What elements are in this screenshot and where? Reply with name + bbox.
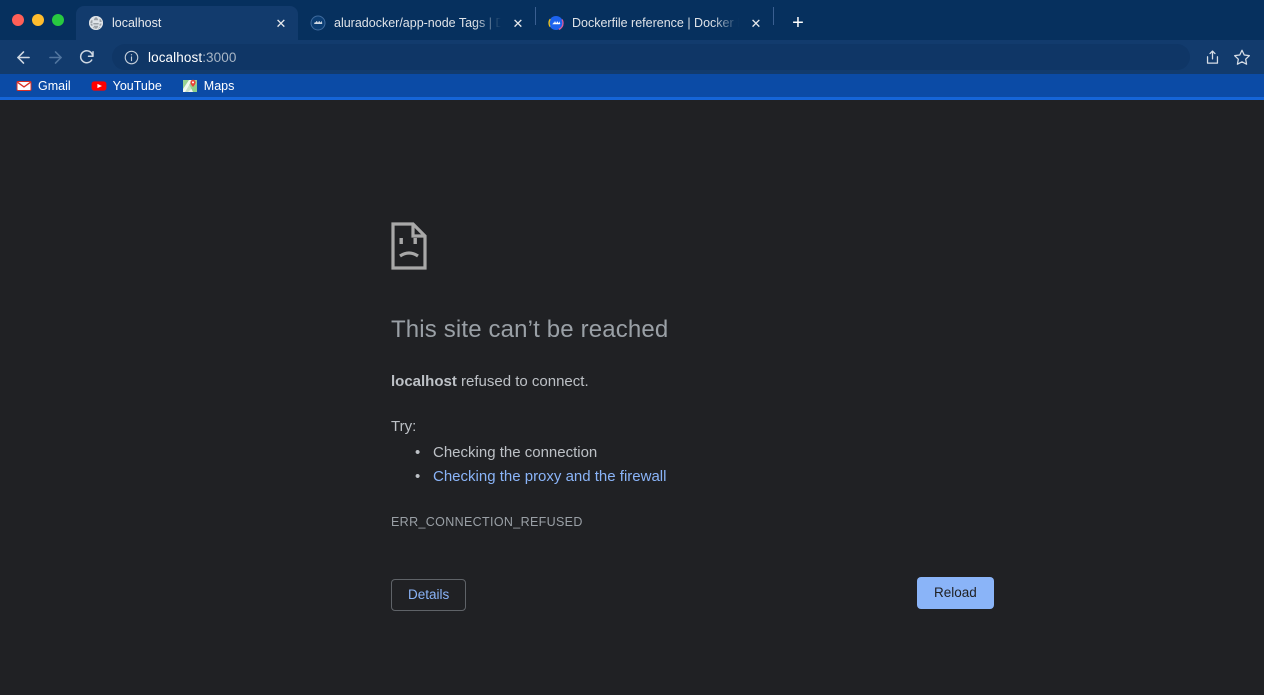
bookmark-gmail[interactable]: Gmail <box>8 76 79 96</box>
close-window-button[interactable] <box>12 14 24 26</box>
list-item: Checking the connection <box>415 441 991 465</box>
docker-hub-icon <box>310 15 326 31</box>
address-bar[interactable]: localhost:3000 <box>112 44 1190 70</box>
details-button[interactable]: Details <box>391 579 467 611</box>
bookmarks-bar: Gmail YouTube Maps <box>0 74 1264 100</box>
info-circle-icon[interactable] <box>124 50 139 65</box>
tab-title: Dockerfile reference | Docker D <box>572 16 739 30</box>
suggestion-list: Checking the connection Checking the pro… <box>391 441 991 489</box>
maximize-window-button[interactable] <box>52 14 64 26</box>
page-title: This site can’t be reached <box>391 316 669 343</box>
tab-close-button[interactable]: ✕ <box>509 14 527 32</box>
tab-title: localhost <box>112 16 162 30</box>
try-label: Try: <box>391 417 417 435</box>
bookmark-label: Gmail <box>38 78 71 93</box>
tab-aluradocker-app-node-tags[interactable]: aluradocker/app-node Tags | D ✕ <box>298 6 535 40</box>
reload-page-button[interactable]: Reload <box>917 577 994 609</box>
tab-close-button[interactable]: ✕ <box>272 14 290 32</box>
share-icon[interactable] <box>1198 43 1226 71</box>
back-button[interactable] <box>8 42 38 72</box>
youtube-icon <box>91 78 107 94</box>
window-controls <box>0 0 76 40</box>
error-summary-host: localhost <box>391 373 457 390</box>
minimize-window-button[interactable] <box>32 14 44 26</box>
browser-toolbar: localhost:3000 <box>0 40 1264 74</box>
tab-title: aluradocker/app-node Tags | D <box>334 16 501 30</box>
bookmark-maps[interactable]: Maps <box>174 76 243 96</box>
error-summary: localhost refused to connect. <box>391 371 991 394</box>
tab-close-button[interactable]: ✕ <box>747 14 765 32</box>
globe-icon <box>88 15 104 31</box>
tab-dockerfile-reference[interactable]: Dockerfile reference | Docker D ✕ <box>536 6 773 40</box>
tab-localhost[interactable]: localhost ✕ <box>76 6 298 40</box>
browser-window: localhost ✕ aluradocker/app-node Tags | … <box>0 0 1264 695</box>
page-content: This site can’t be reached localhost ref… <box>0 100 1264 695</box>
reload-button[interactable] <box>72 42 102 72</box>
bookmark-label: YouTube <box>112 78 162 93</box>
new-tab-button[interactable]: + <box>784 9 812 37</box>
docker-docs-icon <box>548 15 564 31</box>
error-code: ERR_CONNECTION_REFUSED <box>391 514 583 529</box>
bookmark-youtube[interactable]: YouTube <box>83 76 170 96</box>
url-host: localhost <box>148 49 203 65</box>
tab-strip: localhost ✕ aluradocker/app-node Tags | … <box>0 0 1264 40</box>
error-container: This site can’t be reached localhost ref… <box>391 222 991 529</box>
gmail-icon <box>16 78 32 94</box>
error-summary-rest: refused to connect. <box>456 373 589 390</box>
list-item-proxy-firewall-link[interactable]: Checking the proxy and the firewall <box>415 465 991 489</box>
error-button-row: Details Reload <box>391 555 994 611</box>
sad-document-icon <box>391 222 427 270</box>
star-icon[interactable] <box>1228 43 1256 71</box>
bookmark-label: Maps <box>203 78 235 93</box>
forward-button[interactable] <box>40 42 70 72</box>
tabs-container: localhost ✕ aluradocker/app-node Tags | … <box>76 0 812 40</box>
google-maps-icon <box>182 78 198 94</box>
url-text: localhost:3000 <box>148 50 236 65</box>
url-port: :3000 <box>202 49 237 65</box>
tab-separator <box>773 7 774 25</box>
